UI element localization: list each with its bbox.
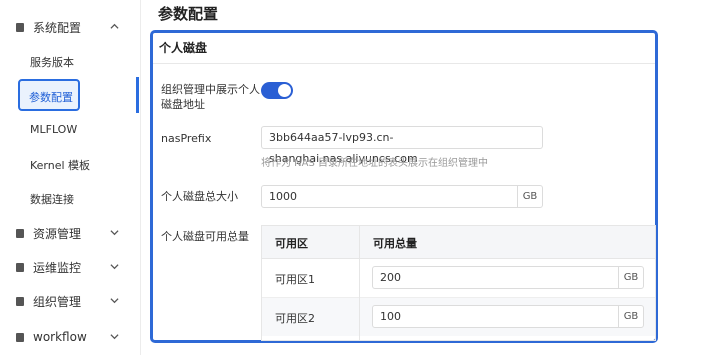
available-table: 可用区 可用总量 可用区1 200 GB 可用区2 100 GB bbox=[261, 225, 656, 341]
chevron-down-icon bbox=[110, 334, 119, 340]
sidebar-item-service-version[interactable]: 服务版本 bbox=[0, 44, 139, 78]
chevron-down-icon bbox=[110, 230, 119, 236]
column-divider bbox=[359, 226, 360, 340]
sidebar-item-mlflow[interactable]: MLFLOW bbox=[0, 113, 139, 147]
total-size-label: 个人磁盘总大小 bbox=[161, 190, 238, 203]
zone-cell: 可用区1 bbox=[275, 273, 315, 286]
sidebar-group-system-config[interactable]: 系统配置 bbox=[0, 10, 139, 44]
chevron-up-icon bbox=[110, 23, 119, 29]
monitor-icon bbox=[16, 263, 24, 272]
chevron-down-icon bbox=[110, 264, 119, 270]
sidebar-item-kernel-template[interactable]: Kernel 模板 bbox=[0, 147, 139, 181]
toggle-label-line2: 磁盘地址 bbox=[161, 98, 205, 111]
sidebar-group-label: 系统配置 bbox=[33, 20, 82, 35]
sidebar-item-param-config[interactable]: 参数配置 bbox=[18, 79, 80, 111]
resource-icon bbox=[16, 229, 24, 238]
toggle-knob bbox=[278, 84, 291, 97]
total-size-unit: GB bbox=[517, 186, 542, 207]
column-header-total: 可用总量 bbox=[373, 237, 417, 250]
total-size-input[interactable]: 1000 GB bbox=[261, 185, 543, 208]
nas-prefix-input[interactable]: 3bb644aa57-lvp93.cn-shanghai.nas.aliyunc… bbox=[261, 126, 543, 165]
sidebar-group-ops-monitor[interactable]: 运维监控 bbox=[0, 250, 139, 284]
personal-disk-card: 个人磁盘 组织管理中展示个人 磁盘地址 nasPrefix 3bb644aa57… bbox=[150, 30, 658, 343]
zone2-value: 100 bbox=[380, 310, 401, 323]
toggle-label-line1: 组织管理中展示个人 bbox=[161, 83, 260, 96]
sidebar-item-label: 数据连接 bbox=[30, 193, 74, 206]
workflow-icon bbox=[16, 333, 24, 342]
nas-prefix-label: nasPrefix bbox=[161, 132, 212, 145]
sidebar-group-workflow[interactable]: workflow bbox=[0, 320, 139, 354]
zone-cell: 可用区2 bbox=[275, 312, 315, 325]
divider bbox=[153, 63, 655, 64]
sidebar-group-label: 资源管理 bbox=[33, 226, 82, 241]
zone2-unit: GB bbox=[618, 306, 643, 327]
org-icon bbox=[16, 297, 24, 306]
sidebar-group-label: workflow bbox=[33, 330, 87, 344]
sidebar-item-data-connection[interactable]: 数据连接 bbox=[0, 181, 139, 215]
zone1-total-input[interactable]: 200 GB bbox=[372, 266, 644, 289]
table-header: 可用区 可用总量 bbox=[262, 226, 655, 259]
nas-prefix-help: 将作为 NAS 目录所在地址的表头展示在组织管理中 bbox=[261, 158, 489, 169]
zone2-total-input[interactable]: 100 GB bbox=[372, 305, 644, 328]
sidebar-item-label: 服务版本 bbox=[30, 56, 74, 69]
show-disk-address-toggle[interactable] bbox=[261, 82, 293, 99]
toggle-label: 组织管理中展示个人 磁盘地址 bbox=[161, 82, 260, 112]
sidebar-group-org[interactable]: 组织管理 bbox=[0, 284, 139, 318]
active-indicator bbox=[136, 77, 139, 113]
sidebar-item-label: MLFLOW bbox=[30, 123, 78, 136]
system-config-icon bbox=[16, 23, 24, 32]
sidebar-item-label: 参数配置 bbox=[29, 91, 73, 104]
column-header-zone: 可用区 bbox=[275, 237, 308, 250]
sidebar-group-resource[interactable]: 资源管理 bbox=[0, 216, 139, 250]
table-row: 可用区2 100 GB bbox=[262, 298, 655, 336]
sidebar: 系统配置 服务版本 参数配置 MLFLOW Kernel 模板 数据连接 资源管… bbox=[0, 0, 141, 355]
card-title: 个人磁盘 bbox=[159, 41, 208, 55]
total-size-value: 1000 bbox=[269, 190, 297, 203]
sidebar-group-label: 组织管理 bbox=[33, 294, 82, 309]
page-title: 参数配置 bbox=[158, 5, 219, 23]
zone1-value: 200 bbox=[380, 271, 401, 284]
chevron-down-icon bbox=[110, 298, 119, 304]
available-label: 个人磁盘可用总量 bbox=[161, 230, 249, 243]
table-row: 可用区1 200 GB bbox=[262, 259, 655, 297]
zone1-unit: GB bbox=[618, 267, 643, 288]
sidebar-group-label: 运维监控 bbox=[33, 260, 82, 275]
sidebar-item-label: Kernel 模板 bbox=[30, 159, 91, 172]
